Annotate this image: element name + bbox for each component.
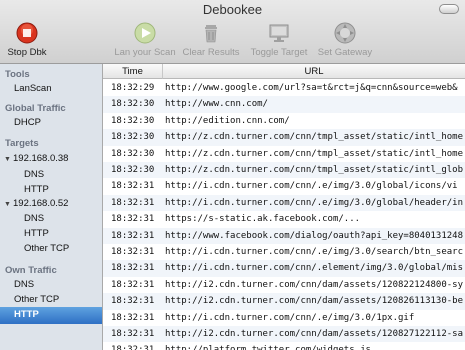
time-cell: 18:32:31 xyxy=(111,312,155,323)
stop-label: Stop Dbk xyxy=(7,47,47,58)
time-cell: 18:32:31 xyxy=(111,263,155,274)
table-row[interactable]: 18:32:30 http://www.cnn.com/ xyxy=(103,96,465,113)
url-cell: http://i.cdn.turner.com/cnn/.e/img/3.0/s… xyxy=(165,247,464,257)
time-cell: 18:32:31 xyxy=(111,181,155,192)
sidebar: Tools LanScan Global Traffic DHCP Target… xyxy=(0,64,103,350)
table-row[interactable]: 18:32:31 http://i.cdn.turner.com/cnn/.ele… xyxy=(103,260,465,277)
time-cell: 18:32:31 xyxy=(111,230,155,241)
time-cell: 18:32:31 xyxy=(111,296,155,307)
sidebar-group-target-1[interactable]: ▼ 192.168.0.38 xyxy=(0,151,102,167)
table-row[interactable]: 18:32:31 https://s-static.ak.facebook.com… xyxy=(103,211,465,227)
url-cell: http://platform.twitter.com/widgets.js xyxy=(165,342,371,350)
url-cell: http://z.cdn.turner.com/cnn/tmpl_asset/s… xyxy=(165,132,464,143)
url-cell: http://i2.cdn.turner.com/cnn/dam/assets/… xyxy=(165,296,464,307)
lan-scan-button[interactable]: Lan your Scan xyxy=(109,22,181,58)
table-row[interactable]: 18:32:31 http://i.cdn.turner.com/cnn/.e/i… xyxy=(103,178,465,194)
time-cell: 18:32:30 xyxy=(111,99,155,110)
url-cell: http://www.google.com/url?sa=t&rct=j&q=c… xyxy=(165,83,458,93)
clear-results-label: Clear Results xyxy=(182,47,240,58)
time-cell: 18:32:30 xyxy=(111,148,155,159)
sidebar-item-own-other-tcp[interactable]: Other TCP xyxy=(0,292,102,308)
toolbar: Debookee Stop Dbk Lan your Scan Clear Re… xyxy=(0,0,465,64)
table-row[interactable]: 18:32:31 http://i2.cdn.turner.com/cnn/dam… xyxy=(103,293,465,310)
column-header-time[interactable]: Time xyxy=(103,64,163,79)
table-row[interactable]: 18:32:29 http://www.google.com/url?sa=t&r… xyxy=(103,80,465,96)
table-row[interactable]: 18:32:31 http://i.cdn.turner.com/cnn/.e/i… xyxy=(103,194,465,212)
url-cell: http://i.cdn.turner.com/cnn/.e/img/3.0/1… xyxy=(165,312,415,323)
toggle-target-label: Toggle Target xyxy=(250,47,308,58)
requests-table: Time URL 18:32:29 http://www.google.com/u… xyxy=(103,64,465,350)
sidebar-item-t2-http[interactable]: HTTP xyxy=(0,226,102,242)
set-gateway-button[interactable]: Set Gateway xyxy=(316,22,374,58)
url-cell: http://i.cdn.turner.com/cnn/.element/img… xyxy=(165,263,464,274)
table-row[interactable]: 18:32:30 http://z.cdn.turner.com/cnn/tmpl… xyxy=(103,129,465,146)
stop-button[interactable]: Stop Dbk xyxy=(4,22,50,58)
time-cell: 18:32:30 xyxy=(111,115,155,126)
url-cell: http://z.cdn.turner.com/cnn/tmpl_asset/s… xyxy=(165,165,464,175)
trash-icon xyxy=(205,25,217,43)
sidebar-item-t1-dns[interactable]: DNS xyxy=(0,167,102,183)
sidebar-item-own-dns[interactable]: DNS xyxy=(0,277,102,293)
window-title: Debookee xyxy=(202,2,263,17)
url-cell: http://i2.cdn.turner.com/cnn/dam/assets/… xyxy=(165,279,464,290)
gateway-icon xyxy=(334,22,356,44)
url-cell: http://www.cnn.com/ xyxy=(165,99,268,110)
table-row[interactable]: 18:32:30 http://z.cdn.turner.com/cnn/tmpl… xyxy=(103,162,465,179)
monitor-icon xyxy=(269,24,289,42)
play-icon xyxy=(134,22,156,44)
toggle-target-button[interactable]: Toggle Target xyxy=(247,22,311,58)
url-cell: http://i.cdn.turner.com/cnn/.e/img/3.0/g… xyxy=(165,197,464,208)
table-row[interactable]: 18:32:31 http://i2.cdn.turner.com/cnn/dam… xyxy=(103,326,465,343)
set-gateway-label: Set Gateway xyxy=(317,47,373,58)
app-window: Debookee Stop Dbk Lan your Scan Clear Re… xyxy=(0,0,465,350)
time-cell: 18:32:31 xyxy=(111,342,154,350)
url-cell: http://z.cdn.turner.com/cnn/tmpl_asset/s… xyxy=(165,148,464,159)
url-cell: http://edition.cnn.com/ xyxy=(165,115,290,126)
sidebar-group-label: 192.168.0.38 xyxy=(13,153,69,164)
disclosure-triangle-icon[interactable]: ▼ xyxy=(4,152,13,168)
sidebar-item-own-http[interactable]: HTTP xyxy=(0,307,102,324)
time-cell: 18:32:29 xyxy=(111,83,155,93)
table-row[interactable]: 18:32:31 http://i.cdn.turner.com/cnn/.e/i… xyxy=(103,310,465,326)
column-header-url[interactable]: URL xyxy=(163,64,465,79)
table-row[interactable]: 18:32:31 http://i2.cdn.turner.com/cnn/dam… xyxy=(103,277,465,293)
table-row[interactable]: 18:32:30 http://edition.cnn.com/ xyxy=(103,113,465,129)
sidebar-item-t2-other-tcp[interactable]: Other TCP xyxy=(0,241,102,257)
sidebar-group-target-2[interactable]: ▼ 192.168.0.52 xyxy=(0,196,102,212)
time-cell: 18:32:31 xyxy=(111,197,155,208)
url-cell: http://i2.cdn.turner.com/cnn/dam/assets/… xyxy=(165,329,464,339)
time-cell: 18:32:30 xyxy=(111,132,155,143)
time-cell: 18:32:31 xyxy=(111,279,155,290)
clear-results-button[interactable]: Clear Results xyxy=(180,22,242,58)
time-cell: 18:32:31 xyxy=(111,329,155,339)
stop-icon xyxy=(16,22,38,44)
time-cell: 18:32:30 xyxy=(111,165,155,175)
url-cell: https://s-static.ak.facebook.com/... xyxy=(165,214,361,225)
lan-scan-label: Lan your Scan xyxy=(114,47,176,58)
table-row[interactable]: 18:32:31 http://www.facebook.com/dialog/o… xyxy=(103,227,465,244)
sidebar-item-lanscan[interactable]: LanScan xyxy=(0,81,102,97)
time-cell: 18:32:31 xyxy=(111,247,155,257)
url-cell: http://i.cdn.turner.com/cnn/.e/img/3.0/g… xyxy=(165,181,458,192)
url-cell: http://www.facebook.com/dialog/oauth?api… xyxy=(165,230,464,241)
table-row[interactable]: 18:32:30 http://z.cdn.turner.com/cnn/tmpl… xyxy=(103,146,465,162)
toolbar-toggle-pill[interactable] xyxy=(439,4,459,14)
sidebar-item-t2-dns[interactable]: DNS xyxy=(0,211,102,227)
time-cell: 18:32:31 xyxy=(111,214,155,225)
sidebar-group-label: 192.168.0.52 xyxy=(13,198,69,209)
table-row[interactable]: 18:32:31 http://platform.twitter.com/widg… xyxy=(103,342,465,350)
table-row[interactable]: 18:32:31 http://i.cdn.turner.com/cnn/.e/i… xyxy=(103,244,465,260)
sidebar-header-targets: Targets xyxy=(5,138,39,149)
sidebar-item-dhcp[interactable]: DHCP xyxy=(0,115,102,131)
